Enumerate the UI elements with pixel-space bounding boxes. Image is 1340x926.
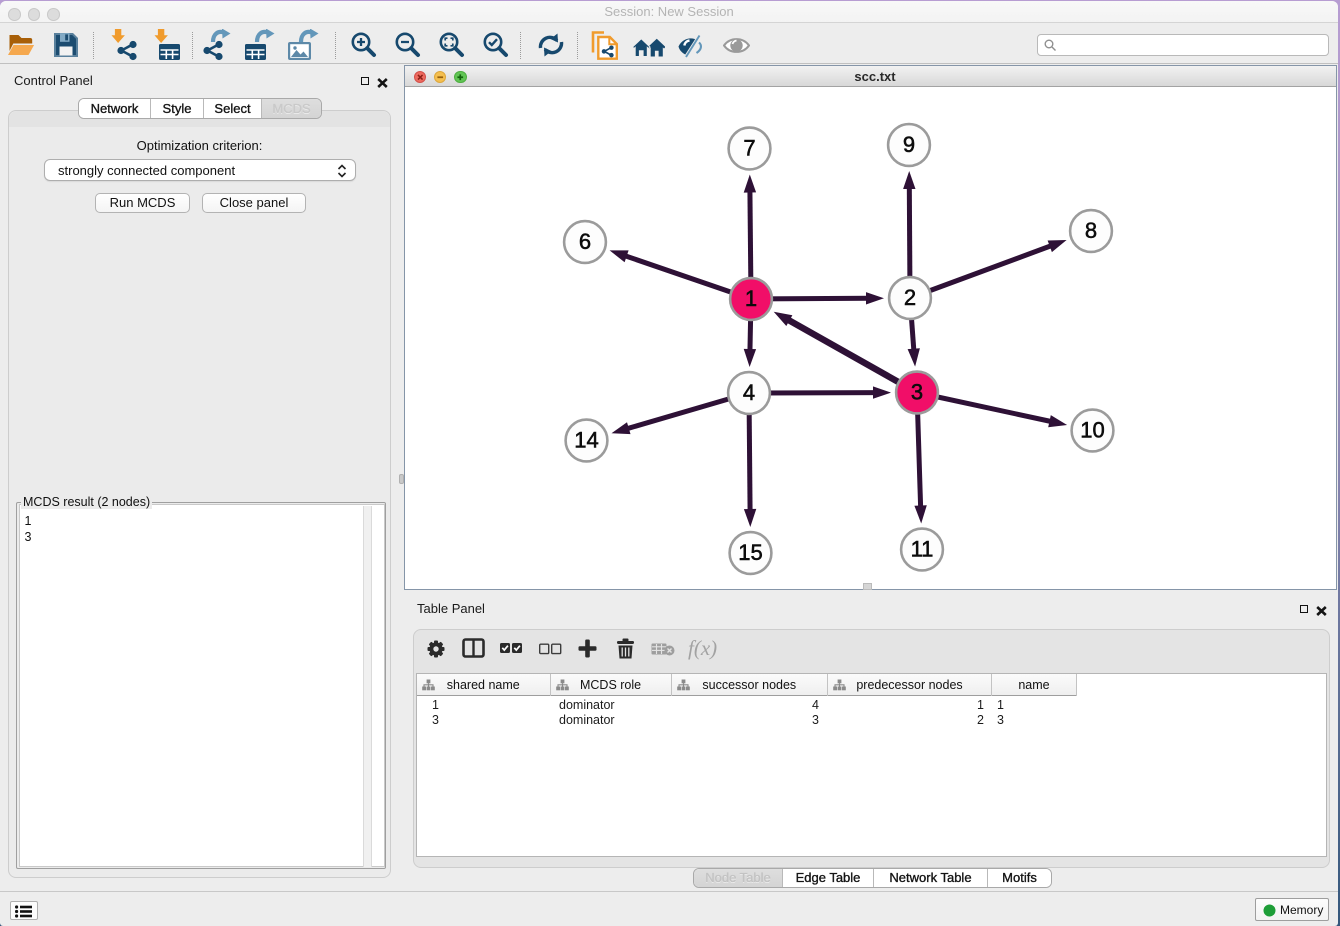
svg-text:11: 11 — [911, 537, 934, 562]
svg-text:1: 1 — [745, 286, 757, 311]
svg-text:8: 8 — [1085, 218, 1097, 243]
svg-text:14: 14 — [574, 428, 598, 453]
svg-text:7: 7 — [743, 136, 755, 161]
svg-text:9: 9 — [903, 132, 915, 157]
svg-text:2: 2 — [904, 285, 916, 310]
svg-text:f(x): f(x) — [688, 636, 717, 660]
svg-text:3: 3 — [911, 380, 923, 405]
svg-text:15: 15 — [738, 540, 762, 565]
svg-text:6: 6 — [579, 229, 591, 254]
svg-text:4: 4 — [743, 380, 755, 405]
svg-text:10: 10 — [1080, 418, 1104, 443]
